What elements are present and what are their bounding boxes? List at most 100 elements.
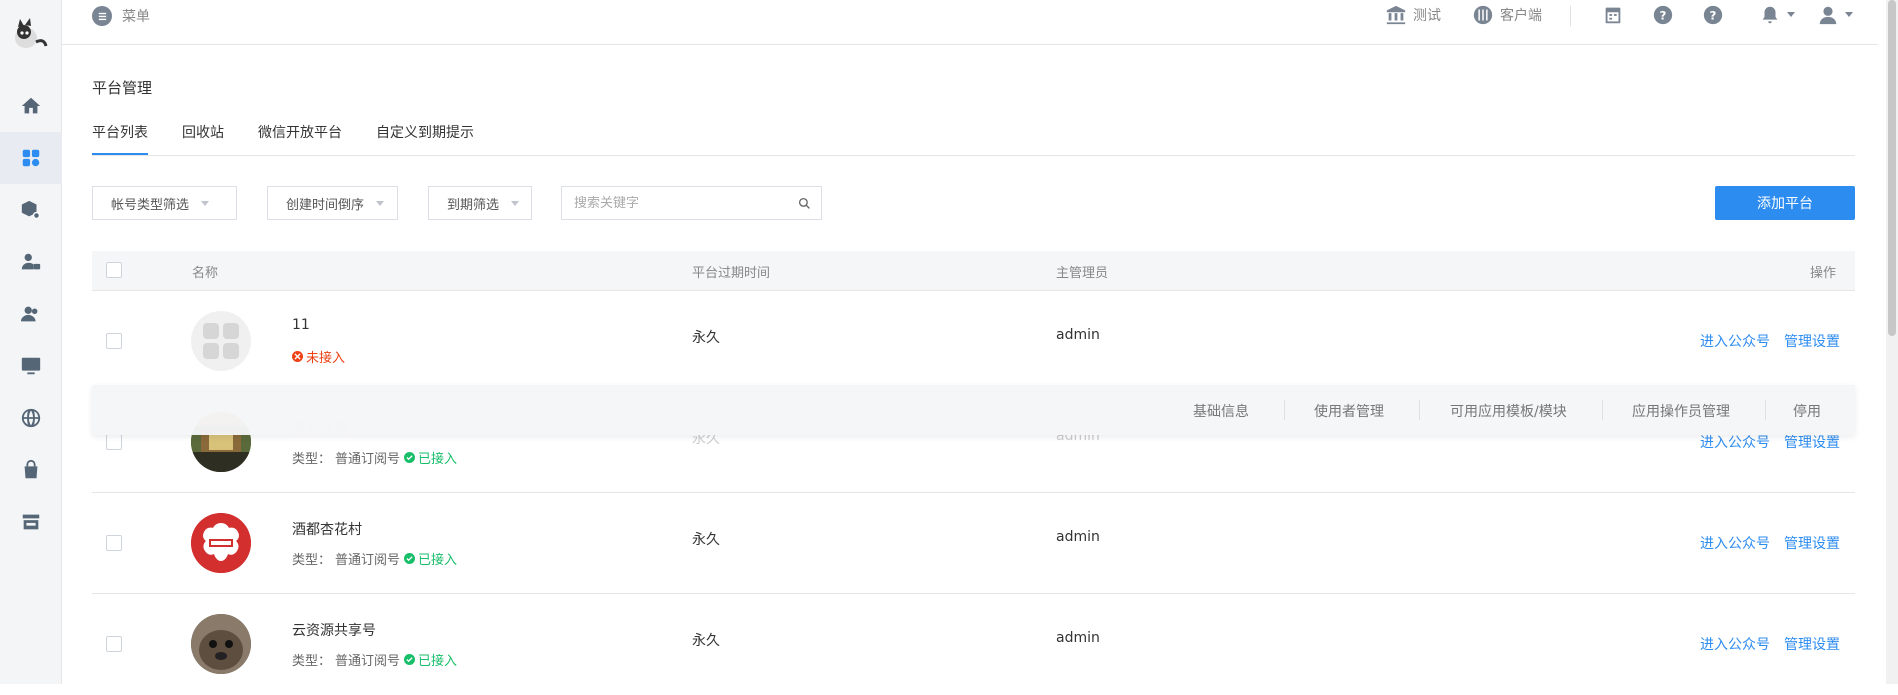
table-row: 云资源共享号 类型： 普通订阅号 已接入 永久 admin 进入公众号 管理设置 [92,594,1855,695]
sidebar-store-icon[interactable] [0,496,62,548]
dropdown-divider [1284,400,1285,420]
sidebar [0,0,62,684]
avatar-image [191,513,251,573]
scrollbar-thumb[interactable] [1888,0,1896,336]
row-checkbox[interactable] [106,434,122,450]
caret-down-icon [511,200,519,206]
page-scrollbar[interactable] [1886,0,1898,684]
sidebar-monitor-icon[interactable] [0,340,62,392]
admin-cell: admin [1056,529,1100,545]
platform-name: 酒都杏花村 [292,522,362,538]
account-type: 普通订阅号 [335,654,401,669]
x-circle-icon [292,351,303,362]
enter-account-link[interactable]: 进入公众号 [1700,533,1770,553]
manage-settings-link[interactable]: 管理设置 [1784,634,1840,654]
enter-account-link[interactable]: 进入公众号 [1700,432,1770,452]
platform-meta: 未接入 [292,347,345,366]
tab-platform-list[interactable]: 平台列表 [92,122,148,142]
calendar-icon [1605,7,1621,24]
help-button[interactable]: ? [1652,4,1674,26]
manage-settings-link[interactable]: 管理设置 [1784,533,1840,553]
topbar-divider [1570,6,1571,26]
status-badge: 已接入 [404,650,457,669]
header-name: 名称 [192,266,219,281]
type-prefix: 类型： [292,654,332,669]
dropdown-item-app-templates[interactable]: 可用应用模板/模块 [1450,401,1567,421]
topbar-item-test[interactable]: 测试 [1385,4,1441,26]
dropdown-item-user-management[interactable]: 使用者管理 [1314,401,1384,421]
calendar-button[interactable] [1602,4,1624,26]
tab-wechat-open-platform[interactable]: 微信开放平台 [258,122,342,142]
sliders-icon [1473,5,1493,25]
page-title: 平台管理 [92,79,153,97]
search-box [561,186,822,220]
dropdown-item-disable[interactable]: 停用 [1793,401,1821,421]
sidebar-globe-icon[interactable] [0,392,62,444]
tab-custom-expiry-notice[interactable]: 自定义到期提示 [376,122,474,142]
menu-button[interactable]: 菜单 [92,6,150,26]
status-text: 已接入 [418,553,458,568]
platform-meta: 类型： 普通订阅号 已接入 [292,650,457,669]
topbar-item-label: 客户端 [1500,8,1542,24]
question-icon: ? [1653,5,1673,25]
sidebar-home-icon[interactable] [0,80,62,132]
header-expire: 平台过期时间 [692,266,771,281]
sidebar-apps-icon[interactable] [0,132,62,184]
check-circle-icon [404,553,416,564]
search-input[interactable] [574,195,798,211]
sort-filter[interactable]: 创建时间倒序 [267,186,398,220]
dropdown-item-operator-management[interactable]: 应用操作员管理 [1632,401,1730,421]
row-checkbox[interactable] [106,535,122,551]
manage-settings-link[interactable]: 管理设置 [1784,331,1840,351]
avatar [191,311,251,371]
user-icon [1819,6,1837,25]
expire-cell: 永久 [692,633,720,649]
row-checkbox[interactable] [106,333,122,349]
sidebar-bag-icon[interactable] [0,444,62,496]
expiry-filter[interactable]: 到期筛选 [428,186,532,220]
user-menu-button[interactable] [1817,4,1853,26]
type-prefix: 类型： [292,452,332,467]
filter-label: 创建时间倒序 [286,197,365,213]
default-apps-icon [203,323,239,359]
platform-name: 云资源共享号 [292,623,376,639]
platform-name: 11 [292,317,310,333]
status-text: 已接入 [418,654,458,669]
chevron-down-icon [1845,12,1853,17]
caret-down-icon [201,200,210,206]
add-platform-button[interactable]: 添加平台 [1715,186,1855,220]
svg-text:?: ? [1710,9,1717,23]
search-icon[interactable] [798,197,811,210]
question-icon: ? [1703,5,1723,25]
select-all-checkbox[interactable] [106,262,122,278]
avatar-image [191,614,251,674]
dropdown-divider [1419,400,1420,420]
list-icon [92,6,112,26]
topbar-item-client[interactable]: 客户端 [1472,4,1542,26]
topbar-item-label: 测试 [1413,8,1441,24]
logo-cat[interactable] [8,14,50,54]
filter-label: 到期筛选 [447,197,500,213]
sidebar-user-lock-icon[interactable] [0,236,62,288]
manage-settings-link[interactable]: 管理设置 [1784,432,1840,452]
account-type-filter[interactable]: 帐号类型筛选 [92,186,237,220]
enter-account-link[interactable]: 进入公众号 [1700,634,1770,654]
status-text: 已接入 [418,452,458,467]
table-row: 酒都杏花村 类型： 普通订阅号 已接入 永久 admin 进入公众号 管理设置 [92,493,1855,594]
account-type: 普通订阅号 [335,553,401,568]
svg-text:?: ? [1660,9,1667,23]
bank-icon [1386,5,1406,25]
status-badge: 已接入 [404,549,457,568]
admin-cell: admin [1056,327,1100,343]
help-button-2[interactable]: ? [1702,4,1724,26]
notification-button[interactable] [1759,4,1795,26]
status-badge: 已接入 [404,448,457,467]
enter-account-link[interactable]: 进入公众号 [1700,331,1770,351]
dropdown-divider [1765,400,1766,420]
tab-recycle-bin[interactable]: 回收站 [182,122,224,142]
sidebar-box-gear-icon[interactable] [0,184,62,236]
account-type: 普通订阅号 [335,452,401,467]
dropdown-item-basic-info[interactable]: 基础信息 [1193,401,1249,421]
sidebar-users-icon[interactable] [0,288,62,340]
row-checkbox[interactable] [106,636,122,652]
